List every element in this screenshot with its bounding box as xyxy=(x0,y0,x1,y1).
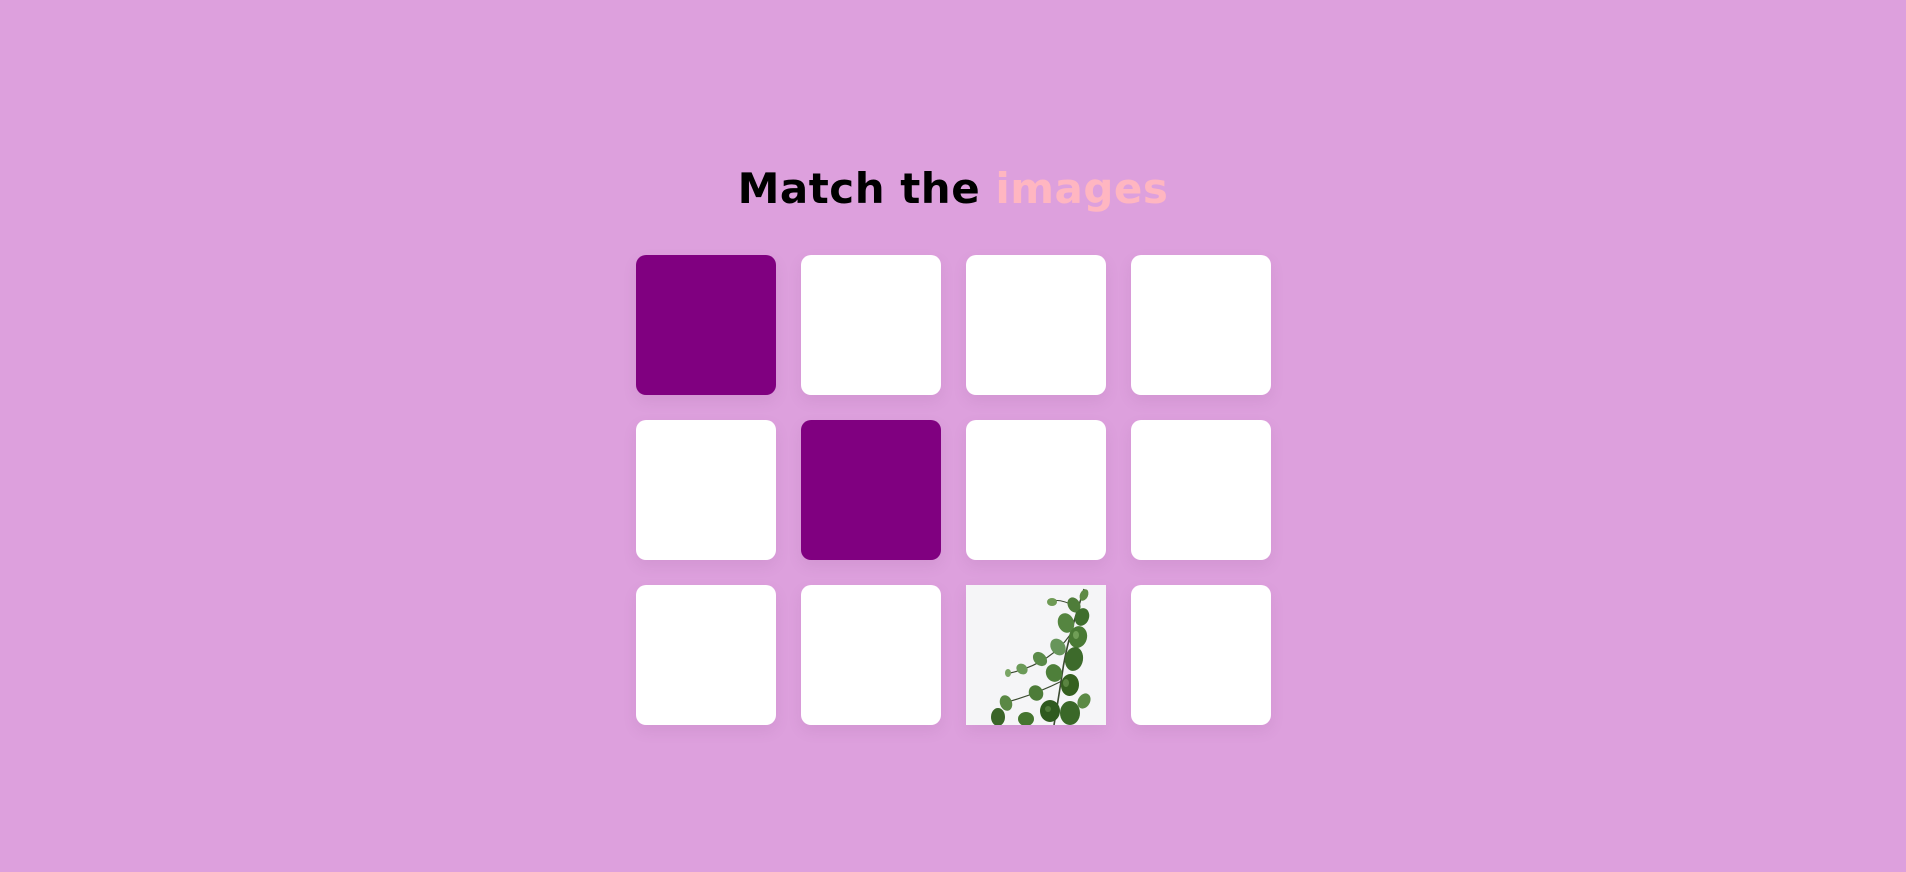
title-accent: images xyxy=(995,164,1169,213)
card-r3-c4[interactable] xyxy=(1131,585,1271,725)
card-r2-c3[interactable] xyxy=(966,420,1106,560)
card-r1-c2[interactable] xyxy=(801,255,941,395)
card-r2-c2[interactable] xyxy=(801,420,941,560)
card-r3-c2[interactable] xyxy=(801,585,941,725)
card-r3-c1[interactable] xyxy=(636,585,776,725)
card-r1-c4[interactable] xyxy=(1131,255,1271,395)
card-r1-c3[interactable] xyxy=(966,255,1106,395)
card-grid xyxy=(636,255,1271,725)
page-title: Match the images xyxy=(0,163,1906,215)
card-r3-c3[interactable] xyxy=(966,585,1106,725)
card-r2-c1[interactable] xyxy=(636,420,776,560)
card-r1-c1[interactable] xyxy=(636,255,776,395)
eucalyptus-plant-image xyxy=(966,585,1106,725)
title-main: Match the xyxy=(737,164,981,213)
card-r2-c4[interactable] xyxy=(1131,420,1271,560)
